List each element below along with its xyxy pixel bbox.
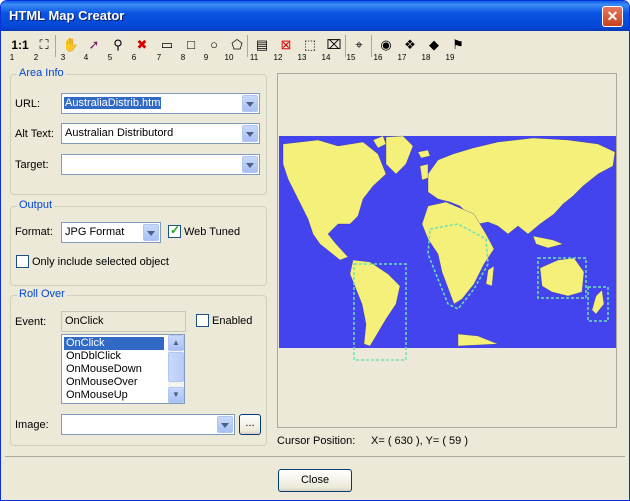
selected-only-label: Only include selected object: [32, 256, 169, 268]
format-combo[interactable]: JPG Format: [61, 222, 161, 243]
window-title: HTML Map Creator: [9, 8, 125, 23]
chevron-down-icon[interactable]: [143, 224, 159, 241]
event-field: OnClick: [61, 311, 186, 332]
close-button[interactable]: Close: [278, 469, 352, 492]
scroll-up-icon[interactable]: ▲: [168, 335, 184, 351]
toolbar: 1:1 1 ⛶ 2 ✋ 3 ➚ 4 ⚲ 5 ✖ 6 ▭ 7 □ 8 ○ 9 ⬠ 10 ▤ 11 ⊠ 12 ⬚ 13 ⌧ 14 ⌖ 15 ◉ 1…: [3, 31, 627, 63]
image-combo[interactable]: [61, 414, 235, 435]
footer-divider: [5, 456, 625, 457]
event-listbox[interactable]: OnMouseUp OnMouseOver OnMouseDown OnDblClic…: [61, 334, 185, 404]
chevron-down-icon[interactable]: [242, 95, 258, 112]
scroll-thumb[interactable]: [168, 352, 184, 382]
enabled-checkbox[interactable]: [196, 314, 209, 327]
toolbar-number: 7: [156, 53, 162, 62]
web-tuned-checkbox[interactable]: [168, 223, 181, 238]
toolbar-number: 15: [346, 53, 356, 62]
toolbar-number: 3: [60, 53, 66, 62]
cursor-position-label: Cursor Position:: [277, 435, 356, 447]
alt-text-combo[interactable]: Australian Distributord: [61, 123, 260, 144]
toolbar-number: 13: [297, 53, 307, 62]
toolbar-number: 10: [224, 53, 234, 62]
target-combo[interactable]: [61, 154, 260, 175]
format-value: JPG Format: [65, 226, 125, 238]
event-value: OnClick: [65, 315, 104, 327]
toolbar-number: 2: [33, 53, 39, 62]
window-close-button[interactable]: ✕: [602, 6, 623, 27]
event-list-scrollbar[interactable]: ▲ ▼: [168, 335, 184, 403]
toolbar-separator: [247, 35, 248, 57]
rollover-legend: Roll Over: [17, 288, 67, 300]
cursor-position-value: X= ( 630 ), Y= ( 59 ): [371, 435, 469, 447]
toolbar-separator: [55, 35, 56, 57]
toolbar-number: 19: [445, 53, 455, 62]
toolbar-number: 5: [107, 53, 113, 62]
app-window: HTML Map Creator ✕ 1:1 1 ⛶ 2 ✋ 3 ➚ 4 ⚲ 5 ✖ 6 ▭ 7 □ 8 ○ 9 ⬠…: [0, 0, 630, 501]
alt-text-value: Australian Distributord: [65, 127, 174, 139]
toolbar-number: 17: [397, 53, 407, 62]
output-legend: Output: [17, 199, 55, 211]
url-combo[interactable]: AustraliaDistrib.htm: [61, 93, 260, 114]
format-label: Format:: [15, 226, 53, 238]
output-group: Output: [10, 199, 267, 286]
target-label: Target:: [15, 159, 49, 171]
world-map-canvas[interactable]: [278, 74, 616, 427]
browse-button[interactable]: ...: [239, 414, 261, 435]
toolbar-number: 6: [131, 53, 137, 62]
toolbar-separator: [345, 35, 346, 57]
chevron-down-icon[interactable]: [242, 156, 258, 173]
title-bar[interactable]: HTML Map Creator ✕: [1, 1, 629, 31]
scroll-down-icon[interactable]: ▼: [168, 387, 184, 403]
alt-text-label: Alt Text:: [15, 128, 54, 140]
enabled-label: Enabled: [212, 315, 253, 327]
selected-only-checkbox[interactable]: [16, 255, 29, 268]
toolbar-number: 9: [203, 53, 209, 62]
toolbar-number: 16: [373, 53, 383, 62]
toolbar-number: 1: [9, 53, 15, 62]
web-tuned-label: Web Tuned: [184, 226, 241, 238]
toolbar-separator: [371, 35, 372, 57]
toolbar-number: 4: [83, 53, 89, 62]
area-info-legend: Area Info: [17, 67, 66, 79]
toolbar-number: 18: [421, 53, 431, 62]
event-list-item[interactable]: OnDblClick: [64, 350, 123, 363]
event-label: Event:: [15, 316, 47, 328]
toolbar-number: 14: [321, 53, 331, 62]
chevron-down-icon[interactable]: [242, 125, 258, 142]
toolbar-number: 12: [273, 53, 283, 62]
event-list-item[interactable]: OnMouseOver: [64, 376, 140, 389]
map-preview[interactable]: [277, 73, 617, 428]
chevron-down-icon[interactable]: [217, 416, 233, 433]
url-label: URL:: [15, 98, 41, 110]
event-list-item[interactable]: OnMouseUp: [64, 389, 130, 402]
image-label: Image:: [15, 419, 49, 431]
url-value: AustraliaDistrib.htm: [64, 97, 162, 109]
event-list-item[interactable]: OnClick: [64, 337, 164, 350]
toolbar-number: 11: [249, 53, 259, 62]
event-list-item[interactable]: OnMouseDown: [64, 363, 144, 376]
toolbar-number: 8: [180, 53, 186, 62]
